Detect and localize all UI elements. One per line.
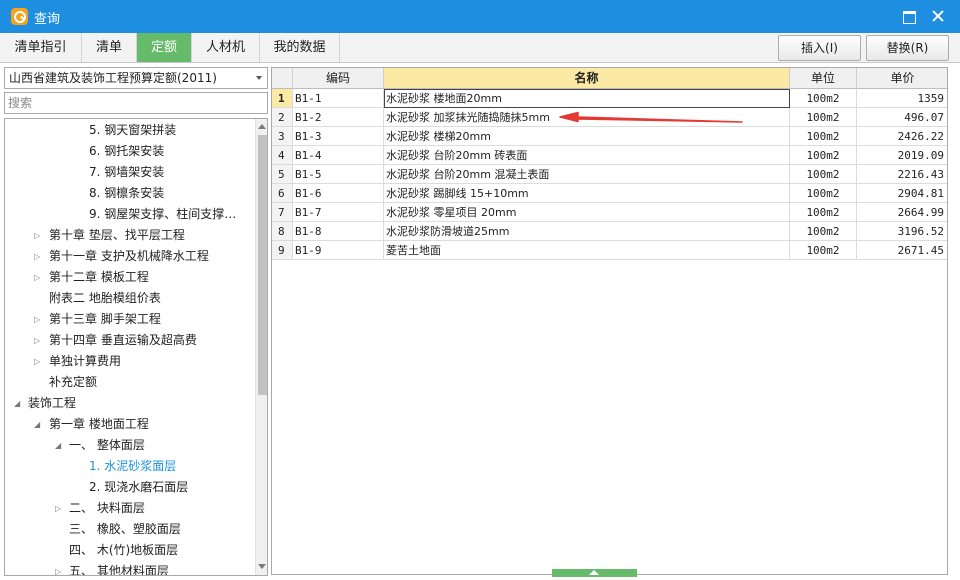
insert-button[interactable]: 插入(I)	[778, 35, 861, 61]
maximize-icon[interactable]	[898, 6, 920, 26]
cell-price: 2019.09	[857, 146, 947, 165]
table-row[interactable]: 3 B1-3 水泥砂浆 楼梯20mm 100m2 2426.22	[272, 127, 947, 146]
row-index: 6	[272, 184, 293, 203]
cell-unit: 100m2	[790, 89, 857, 108]
expand-icon[interactable]: ▷	[34, 309, 44, 330]
quota-tree: 5. 钢天窗架拼装 6. 钢托架安装 7. 钢墙架安装 8. 钢檩条安装 9. …	[4, 118, 268, 576]
row-index: 7	[272, 203, 293, 222]
cell-code: B1-4	[293, 146, 384, 165]
replace-button[interactable]: 替换(R)	[866, 35, 949, 61]
cell-price: 2671.45	[857, 241, 947, 260]
cell-code: B1-3	[293, 127, 384, 146]
cell-name: 菱苦土地面	[384, 241, 790, 260]
quota-grid: 编码 名称 单位 单价 1 B1-1 水泥砂浆 楼地面20mm 100m2 13…	[271, 67, 948, 575]
expand-icon[interactable]: ▷	[55, 498, 65, 519]
row-index: 2	[272, 108, 293, 127]
chevron-down-icon	[256, 76, 262, 80]
cell-price: 2904.81	[857, 184, 947, 203]
table-row[interactable]: 6 B1-6 水泥砂浆 踢脚线 15+10mm 100m2 2904.81	[272, 184, 947, 203]
grid-header: 编码 名称 单位 单价	[272, 68, 947, 89]
cell-unit: 100m2	[790, 222, 857, 241]
cell-name: 水泥砂浆 台阶20mm 混凝土表面	[384, 165, 790, 184]
close-icon[interactable]	[928, 6, 950, 26]
cell-code: B1-9	[293, 241, 384, 260]
table-row[interactable]: 8 B1-8 水泥砂浆防滑坡道25mm 100m2 3196.52	[272, 222, 947, 241]
row-index: 4	[272, 146, 293, 165]
collapse-icon[interactable]: ◢	[55, 435, 65, 456]
cell-unit: 100m2	[790, 241, 857, 260]
expand-icon[interactable]: ▷	[34, 351, 44, 372]
tab-bill-guide[interactable]: 清单指引	[0, 33, 82, 62]
expand-icon[interactable]: ▷	[34, 267, 44, 288]
tab-my-data[interactable]: 我的数据	[260, 33, 340, 62]
cell-unit: 100m2	[790, 127, 857, 146]
quota-library-select[interactable]: 山西省建筑及装饰工程预算定额(2011)	[4, 67, 268, 89]
cell-code: B1-6	[293, 184, 384, 203]
cell-name: 水泥砂浆 加浆抹光随捣随抹5mm	[384, 108, 790, 127]
cell-name: 水泥砂浆 台阶20mm 砖表面	[384, 146, 790, 165]
scroll-thumb[interactable]	[258, 135, 267, 395]
row-index: 8	[272, 222, 293, 241]
row-index: 3	[272, 127, 293, 146]
cell-name: 水泥砂浆 楼地面20mm	[384, 89, 790, 108]
table-row[interactable]: 1 B1-1 水泥砂浆 楼地面20mm 100m2 1359	[272, 89, 947, 108]
cell-code: B1-1	[293, 89, 384, 108]
cell-code: B1-7	[293, 203, 384, 222]
collapse-icon[interactable]: ◢	[34, 414, 44, 435]
tab-bill[interactable]: 清单	[82, 33, 137, 62]
cell-name: 水泥砂浆防滑坡道25mm	[384, 222, 790, 241]
cell-code: B1-5	[293, 165, 384, 184]
scroll-down-icon[interactable]	[258, 564, 266, 569]
cell-price: 2216.43	[857, 165, 947, 184]
header-unit[interactable]: 单位	[790, 68, 857, 89]
tree-scrollbar[interactable]	[255, 119, 267, 575]
tab-materials[interactable]: 人材机	[192, 33, 260, 62]
cell-code: B1-8	[293, 222, 384, 241]
cell-name: 水泥砂浆 踢脚线 15+10mm	[384, 184, 790, 203]
cell-unit: 100m2	[790, 108, 857, 127]
cell-price: 2664.99	[857, 203, 947, 222]
scroll-up-icon[interactable]	[258, 124, 266, 129]
title-bar: 查询	[0, 0, 960, 33]
expand-icon[interactable]: ▷	[55, 561, 65, 575]
header-corner	[272, 68, 293, 89]
tab-strip: 清单指引 清单 定额 人材机 我的数据 插入(I) 替换(R)	[0, 33, 960, 63]
quota-library-value: 山西省建筑及装饰工程预算定额(2011)	[9, 71, 217, 85]
cell-price: 2426.22	[857, 127, 947, 146]
table-row[interactable]: 7 B1-7 水泥砂浆 零星项目 20mm 100m2 2664.99	[272, 203, 947, 222]
header-code[interactable]: 编码	[293, 68, 384, 89]
table-row[interactable]: 4 B1-4 水泥砂浆 台阶20mm 砖表面 100m2 2019.09	[272, 146, 947, 165]
cell-unit: 100m2	[790, 203, 857, 222]
cell-name: 水泥砂浆 零星项目 20mm	[384, 203, 790, 222]
cell-price: 3196.52	[857, 222, 947, 241]
window-title: 查询	[34, 12, 61, 27]
cell-price: 496.07	[857, 108, 947, 127]
expand-icon[interactable]: ▷	[34, 330, 44, 351]
app-icon	[11, 8, 28, 25]
table-row[interactable]: 2 B1-2 水泥砂浆 加浆抹光随捣随抹5mm 100m2 496.07	[272, 108, 947, 127]
panel-toggle-handle[interactable]	[552, 569, 637, 577]
row-index: 1	[272, 89, 293, 108]
row-index: 5	[272, 165, 293, 184]
cell-price: 1359	[857, 89, 947, 108]
row-index: 9	[272, 241, 293, 260]
cell-code: B1-2	[293, 108, 384, 127]
tab-quota[interactable]: 定额	[137, 33, 192, 62]
expand-icon[interactable]: ▷	[34, 225, 44, 246]
expand-icon[interactable]: ▷	[34, 246, 44, 267]
table-row[interactable]: 9 B1-9 菱苦土地面 100m2 2671.45	[272, 241, 947, 260]
cell-unit: 100m2	[790, 184, 857, 203]
header-price[interactable]: 单价	[857, 68, 947, 89]
cell-unit: 100m2	[790, 146, 857, 165]
search-input[interactable]	[4, 92, 268, 114]
table-row[interactable]: 5 B1-5 水泥砂浆 台阶20mm 混凝土表面 100m2 2216.43	[272, 165, 947, 184]
cell-name: 水泥砂浆 楼梯20mm	[384, 127, 790, 146]
header-name[interactable]: 名称	[384, 68, 790, 89]
cell-unit: 100m2	[790, 165, 857, 184]
collapse-icon[interactable]: ◢	[14, 393, 24, 414]
